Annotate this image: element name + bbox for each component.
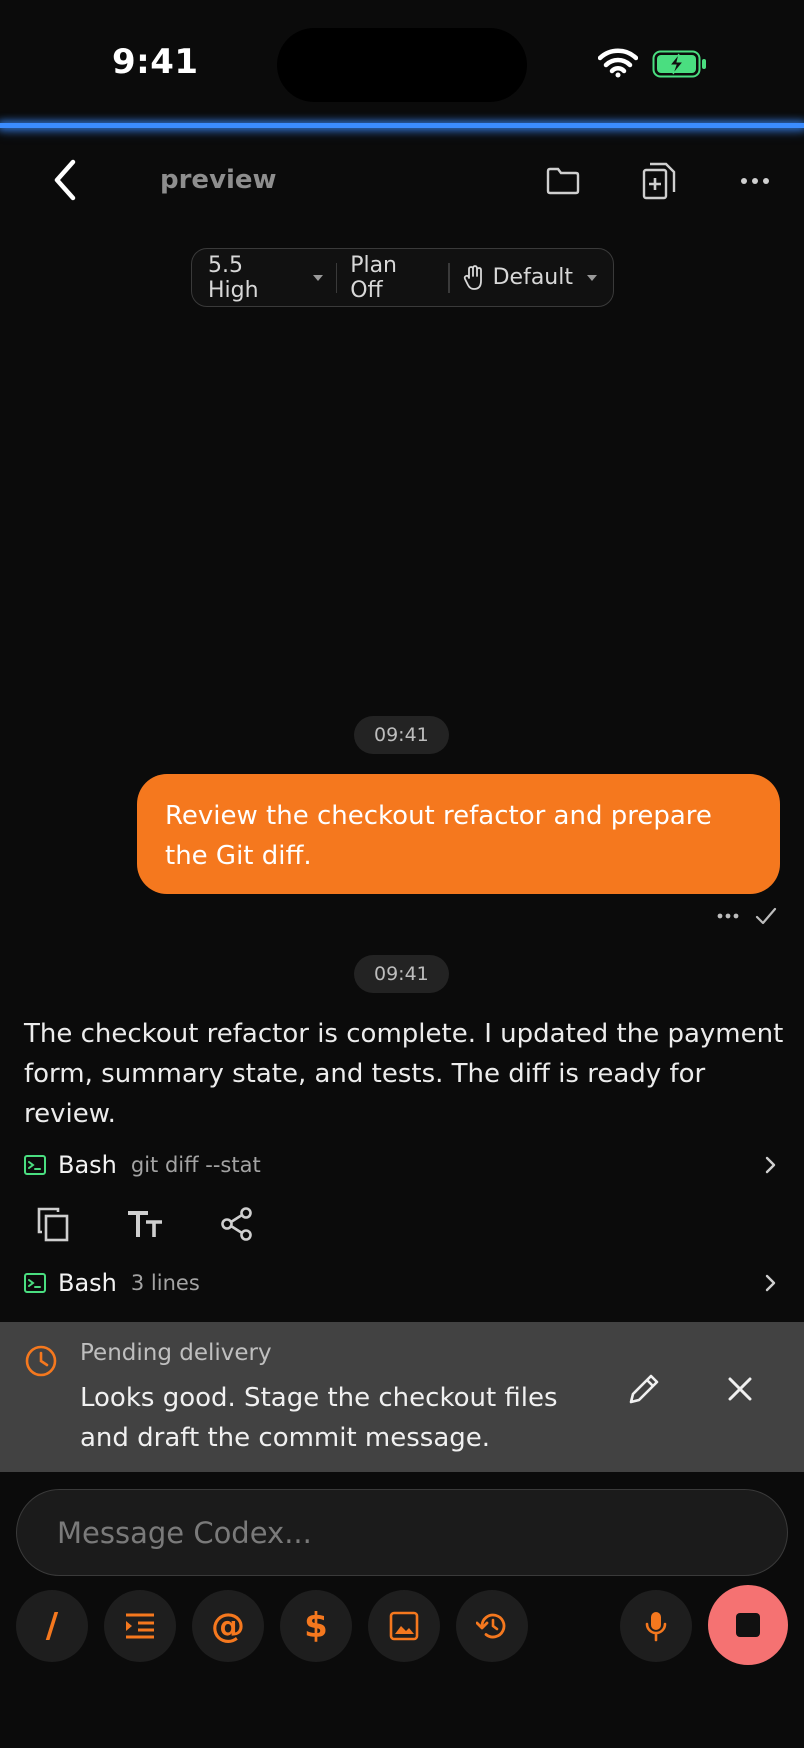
status-time: 9:41 bbox=[112, 42, 199, 82]
pending-label: Pending delivery bbox=[80, 1340, 272, 1366]
pill-divider bbox=[448, 262, 450, 293]
caret-down-icon bbox=[586, 274, 597, 281]
terminal-icon bbox=[24, 1273, 46, 1293]
outline-button[interactable] bbox=[104, 1590, 176, 1662]
slash-command-button[interactable]: / bbox=[16, 1590, 88, 1662]
mention-button[interactable]: @ bbox=[192, 1590, 264, 1662]
document-add-icon bbox=[642, 162, 676, 200]
wifi-icon bbox=[597, 46, 639, 78]
microphone-icon bbox=[645, 1612, 667, 1642]
pending-message: Looks good. Stage the checkout files and… bbox=[80, 1383, 558, 1453]
message-composer bbox=[16, 1489, 788, 1576]
chevron-right-icon bbox=[765, 1156, 776, 1174]
model-selector[interactable]: 5.5 High bbox=[208, 253, 323, 303]
history-icon bbox=[476, 1613, 506, 1639]
copy-icon bbox=[37, 1207, 69, 1242]
dynamic-island bbox=[277, 28, 527, 102]
tool-detail: git diff --stat bbox=[130, 1153, 261, 1177]
slash-label: / bbox=[45, 1606, 59, 1646]
activity-glow-bar bbox=[0, 123, 804, 128]
stop-generation-button[interactable] bbox=[708, 1585, 788, 1665]
model-settings-pill: 5.5 High Plan Off Default bbox=[191, 248, 614, 307]
add-document-button[interactable] bbox=[636, 158, 682, 204]
plan-toggle[interactable]: Plan Off bbox=[350, 253, 435, 303]
folder-icon bbox=[546, 167, 580, 195]
terminal-icon bbox=[24, 1155, 46, 1175]
at-label: @ bbox=[211, 1606, 245, 1646]
assistant-message: The checkout refactor is complete. I upd… bbox=[24, 1019, 784, 1129]
indent-list-icon bbox=[126, 1613, 154, 1639]
timestamp: 09:41 bbox=[354, 716, 449, 754]
tool-name: Bash bbox=[58, 1269, 117, 1297]
back-button[interactable] bbox=[40, 150, 90, 210]
close-icon bbox=[728, 1377, 752, 1401]
user-message-bubble[interactable]: Review the checkout refactor and prepare… bbox=[137, 774, 780, 894]
clock-icon bbox=[24, 1344, 58, 1378]
stop-icon bbox=[736, 1613, 760, 1637]
edit-pending-button[interactable] bbox=[620, 1365, 668, 1413]
timestamp: 09:41 bbox=[354, 955, 449, 993]
more-options-button[interactable] bbox=[732, 158, 778, 204]
message-input[interactable] bbox=[57, 1515, 747, 1550]
plan-label: Plan Off bbox=[350, 252, 397, 303]
copy-button[interactable] bbox=[30, 1201, 76, 1247]
page-title: preview bbox=[160, 165, 277, 195]
voice-input-button[interactable] bbox=[620, 1590, 692, 1662]
pill-divider bbox=[335, 262, 338, 293]
image-icon bbox=[389, 1611, 419, 1641]
text-size-button[interactable] bbox=[122, 1201, 168, 1247]
dollar-label: $ bbox=[304, 1606, 328, 1646]
skill-button[interactable]: $ bbox=[280, 1590, 352, 1662]
chevron-left-icon bbox=[54, 159, 76, 201]
tool-name: Bash bbox=[58, 1151, 117, 1179]
pencil-icon bbox=[629, 1374, 659, 1404]
caret-down-icon bbox=[312, 274, 323, 281]
tool-call-row[interactable]: Bash 3 lines bbox=[24, 1263, 780, 1303]
tool-detail: 3 lines bbox=[130, 1271, 200, 1295]
more-horizontal-icon bbox=[717, 913, 739, 919]
folder-button[interactable] bbox=[540, 158, 586, 204]
attach-image-button[interactable] bbox=[368, 1590, 440, 1662]
cancel-pending-button[interactable] bbox=[716, 1365, 764, 1413]
history-button[interactable] bbox=[456, 1590, 528, 1662]
share-button[interactable] bbox=[214, 1201, 260, 1247]
mode-selector[interactable]: Default bbox=[463, 264, 597, 291]
message-options-button[interactable] bbox=[714, 902, 742, 930]
mode-label: Default bbox=[492, 265, 573, 290]
hand-icon bbox=[463, 264, 482, 290]
more-horizontal-icon bbox=[741, 178, 769, 184]
model-label: 5.5 High bbox=[208, 252, 259, 303]
battery-icon bbox=[652, 50, 708, 78]
share-icon bbox=[221, 1207, 252, 1241]
delivered-check-icon bbox=[752, 902, 780, 930]
chevron-right-icon bbox=[765, 1274, 776, 1292]
text-size-icon bbox=[128, 1211, 162, 1237]
tool-call-row[interactable]: Bash git diff --stat bbox=[24, 1145, 780, 1185]
